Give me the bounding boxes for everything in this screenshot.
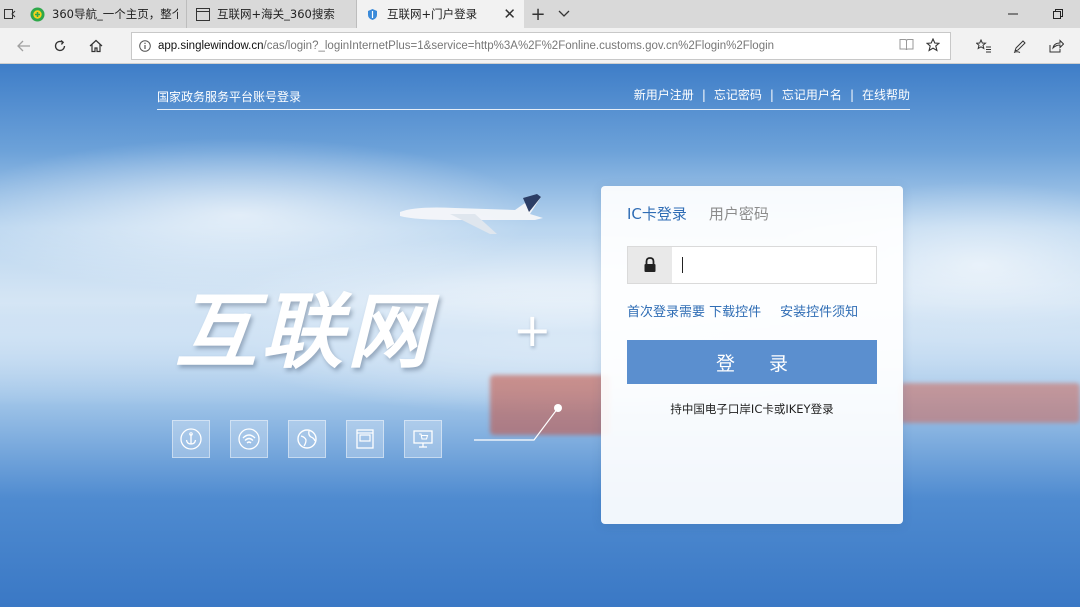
pointer-line-decoration — [474, 404, 562, 441]
360-nav-icon — [30, 7, 45, 22]
wifi-icon — [230, 420, 268, 458]
card-pin-input[interactable] — [672, 247, 876, 283]
url-path: /cas/login?_loginInternetPlus=1&service=… — [263, 40, 775, 52]
window-controls — [990, 0, 1080, 28]
tab-preview-icon[interactable] — [0, 0, 22, 28]
link-separator: | — [701, 87, 706, 102]
link-separator: | — [769, 87, 774, 102]
browser-toolbar: app.singlewindow.cn/cas/login?_loginInte… — [0, 28, 1080, 64]
address-bar-actions — [899, 37, 950, 55]
tab-title: 互联网+海关_360搜索 — [217, 7, 335, 21]
service-icon-row — [172, 420, 442, 458]
toolbar-right-actions — [966, 28, 1074, 64]
download-control-link[interactable]: 首次登录需要 下载控件 — [627, 301, 761, 320]
url-host: app.singlewindow.cn — [158, 40, 264, 52]
shield-site-icon — [365, 7, 380, 22]
tab-ic-card-login[interactable]: IC卡登录 — [627, 203, 687, 224]
tab-360-nav[interactable]: 360导航_一个主页，整个世 — [22, 0, 187, 28]
url-text[interactable]: app.singlewindow.cn/cas/login?_loginInte… — [158, 40, 899, 52]
favorites-hub-icon[interactable] — [966, 28, 1002, 64]
airplane-illustration — [400, 194, 543, 234]
tab-title: 360导航_一个主页，整个世 — [52, 7, 178, 21]
login-page: 国家政务服务平台账号登录 新用户注册 | 忘记密码 | 忘记用户名 | 在线帮助… — [0, 65, 1080, 607]
browser-tab-strip: 360导航_一个主页，整个世 互联网+海关_360搜索 互联网+门户登录 ✕ + — [0, 0, 1080, 28]
tab-portal-login[interactable]: 互联网+门户登录 ✕ — [357, 0, 524, 28]
page-icon — [195, 7, 210, 22]
card-pin-field — [627, 246, 877, 284]
back-arrow-icon[interactable] — [6, 28, 42, 64]
frame-icon — [346, 420, 384, 458]
login-card: IC卡登录 用户密码 首次登录需要 下载控件 安装控件须知 登 录 持中国电子口… — [601, 186, 903, 524]
portal-title: 国家政务服务平台账号登录 — [157, 90, 302, 104]
hero-plus-mark: + — [513, 303, 552, 357]
tab-title: 互联网+门户登录 — [387, 7, 478, 21]
tab-360-search[interactable]: 互联网+海关_360搜索 — [187, 0, 357, 28]
tab-password-login[interactable]: 用户密码 — [709, 203, 769, 224]
login-note: 持中国电子口岸IC卡或IKEY登录 — [670, 402, 834, 416]
container-stack-illustration — [900, 383, 1080, 423]
address-bar[interactable]: app.singlewindow.cn/cas/login?_loginInte… — [131, 32, 951, 60]
monitor-cart-icon — [404, 420, 442, 458]
new-tab-icon[interactable]: + — [524, 0, 552, 28]
share-icon[interactable] — [1038, 28, 1074, 64]
lock-icon — [628, 247, 672, 283]
portal-header: 国家政务服务平台账号登录 新用户注册 | 忘记密码 | 忘记用户名 | 在线帮助 — [157, 65, 910, 110]
pen-notes-icon[interactable] — [1002, 28, 1038, 64]
chevron-down-icon[interactable] — [552, 0, 576, 28]
home-icon[interactable] — [78, 28, 114, 64]
reading-view-icon[interactable] — [899, 38, 914, 54]
close-icon[interactable]: ✕ — [503, 5, 516, 23]
favorite-star-icon[interactable] — [925, 37, 941, 55]
register-link[interactable]: 新用户注册 — [634, 86, 694, 103]
login-method-tabs: IC卡登录 用户密码 — [627, 203, 769, 224]
forgot-username-link[interactable]: 忘记用户名 — [782, 86, 842, 103]
hero-title: 互联网 — [175, 284, 433, 380]
forgot-password-link[interactable]: 忘记密码 — [714, 86, 762, 103]
anchor-icon — [172, 420, 210, 458]
restore-icon[interactable] — [1035, 0, 1080, 28]
online-help-link[interactable]: 在线帮助 — [862, 86, 910, 103]
refresh-icon[interactable] — [42, 28, 78, 64]
link-separator: | — [849, 87, 854, 102]
header-links: 新用户注册 | 忘记密码 | 忘记用户名 | 在线帮助 — [634, 86, 910, 103]
text-caret — [682, 257, 683, 273]
login-button[interactable]: 登 录 — [627, 340, 877, 384]
info-icon[interactable] — [132, 40, 158, 52]
install-notes-link[interactable]: 安装控件须知 — [780, 301, 858, 320]
minimize-icon[interactable] — [990, 0, 1035, 28]
globe-icon — [288, 420, 326, 458]
control-help-links: 首次登录需要 下载控件 安装控件须知 — [627, 301, 858, 320]
